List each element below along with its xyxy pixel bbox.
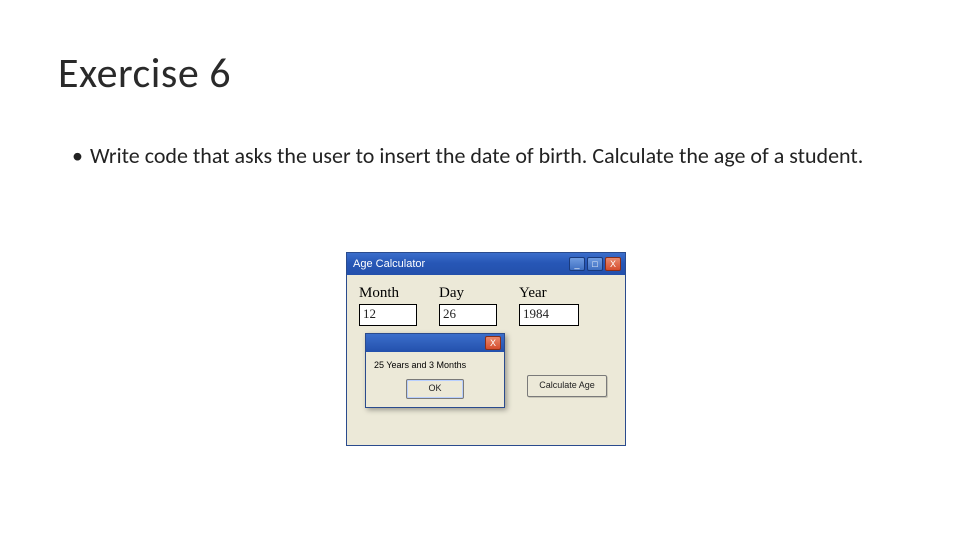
maximize-button[interactable]: □ <box>587 257 603 271</box>
bullet-text: Write code that asks the user to insert … <box>90 142 863 169</box>
bullet-dot: • <box>72 140 90 172</box>
close-button[interactable]: X <box>605 257 621 271</box>
message-body: 25 Years and 3 Months OK <box>366 352 504 407</box>
result-message-box: X 25 Years and 3 Months OK <box>365 333 505 408</box>
day-input[interactable]: 26 <box>439 304 497 326</box>
slide: Exercise 6 •Write code that asks the use… <box>0 0 960 540</box>
window-title: Age Calculator <box>351 258 569 270</box>
month-label: Month <box>359 285 399 302</box>
age-calculator-window: Age Calculator _ □ X Month 12 Day 26 <box>346 252 626 446</box>
app-figure: Age Calculator _ □ X Month 12 Day 26 <box>346 252 624 446</box>
ok-button[interactable]: OK <box>406 379 464 399</box>
minimize-button[interactable]: _ <box>569 257 585 271</box>
year-field-group: Year 1984 <box>519 285 579 326</box>
window-titlebar: Age Calculator _ □ X <box>347 253 625 275</box>
month-input[interactable]: 12 <box>359 304 417 326</box>
day-field-group: Day 26 <box>439 285 497 326</box>
calculate-age-button[interactable]: Calculate Age <box>527 375 607 397</box>
message-titlebar: X <box>366 334 504 352</box>
window-body: Month 12 Day 26 Year 1984 Calculate Age <box>347 275 625 445</box>
slide-title: Exercise 6 <box>58 48 231 99</box>
day-label: Day <box>439 285 464 302</box>
window-control-buttons: _ □ X <box>569 257 621 271</box>
message-close-button[interactable]: X <box>485 336 501 350</box>
message-text: 25 Years and 3 Months <box>372 360 498 378</box>
date-fields-row: Month 12 Day 26 Year 1984 <box>359 285 613 326</box>
year-label: Year <box>519 285 547 302</box>
bullet-list: •Write code that asks the user to insert… <box>72 140 892 172</box>
year-input[interactable]: 1984 <box>519 304 579 326</box>
month-field-group: Month 12 <box>359 285 417 326</box>
